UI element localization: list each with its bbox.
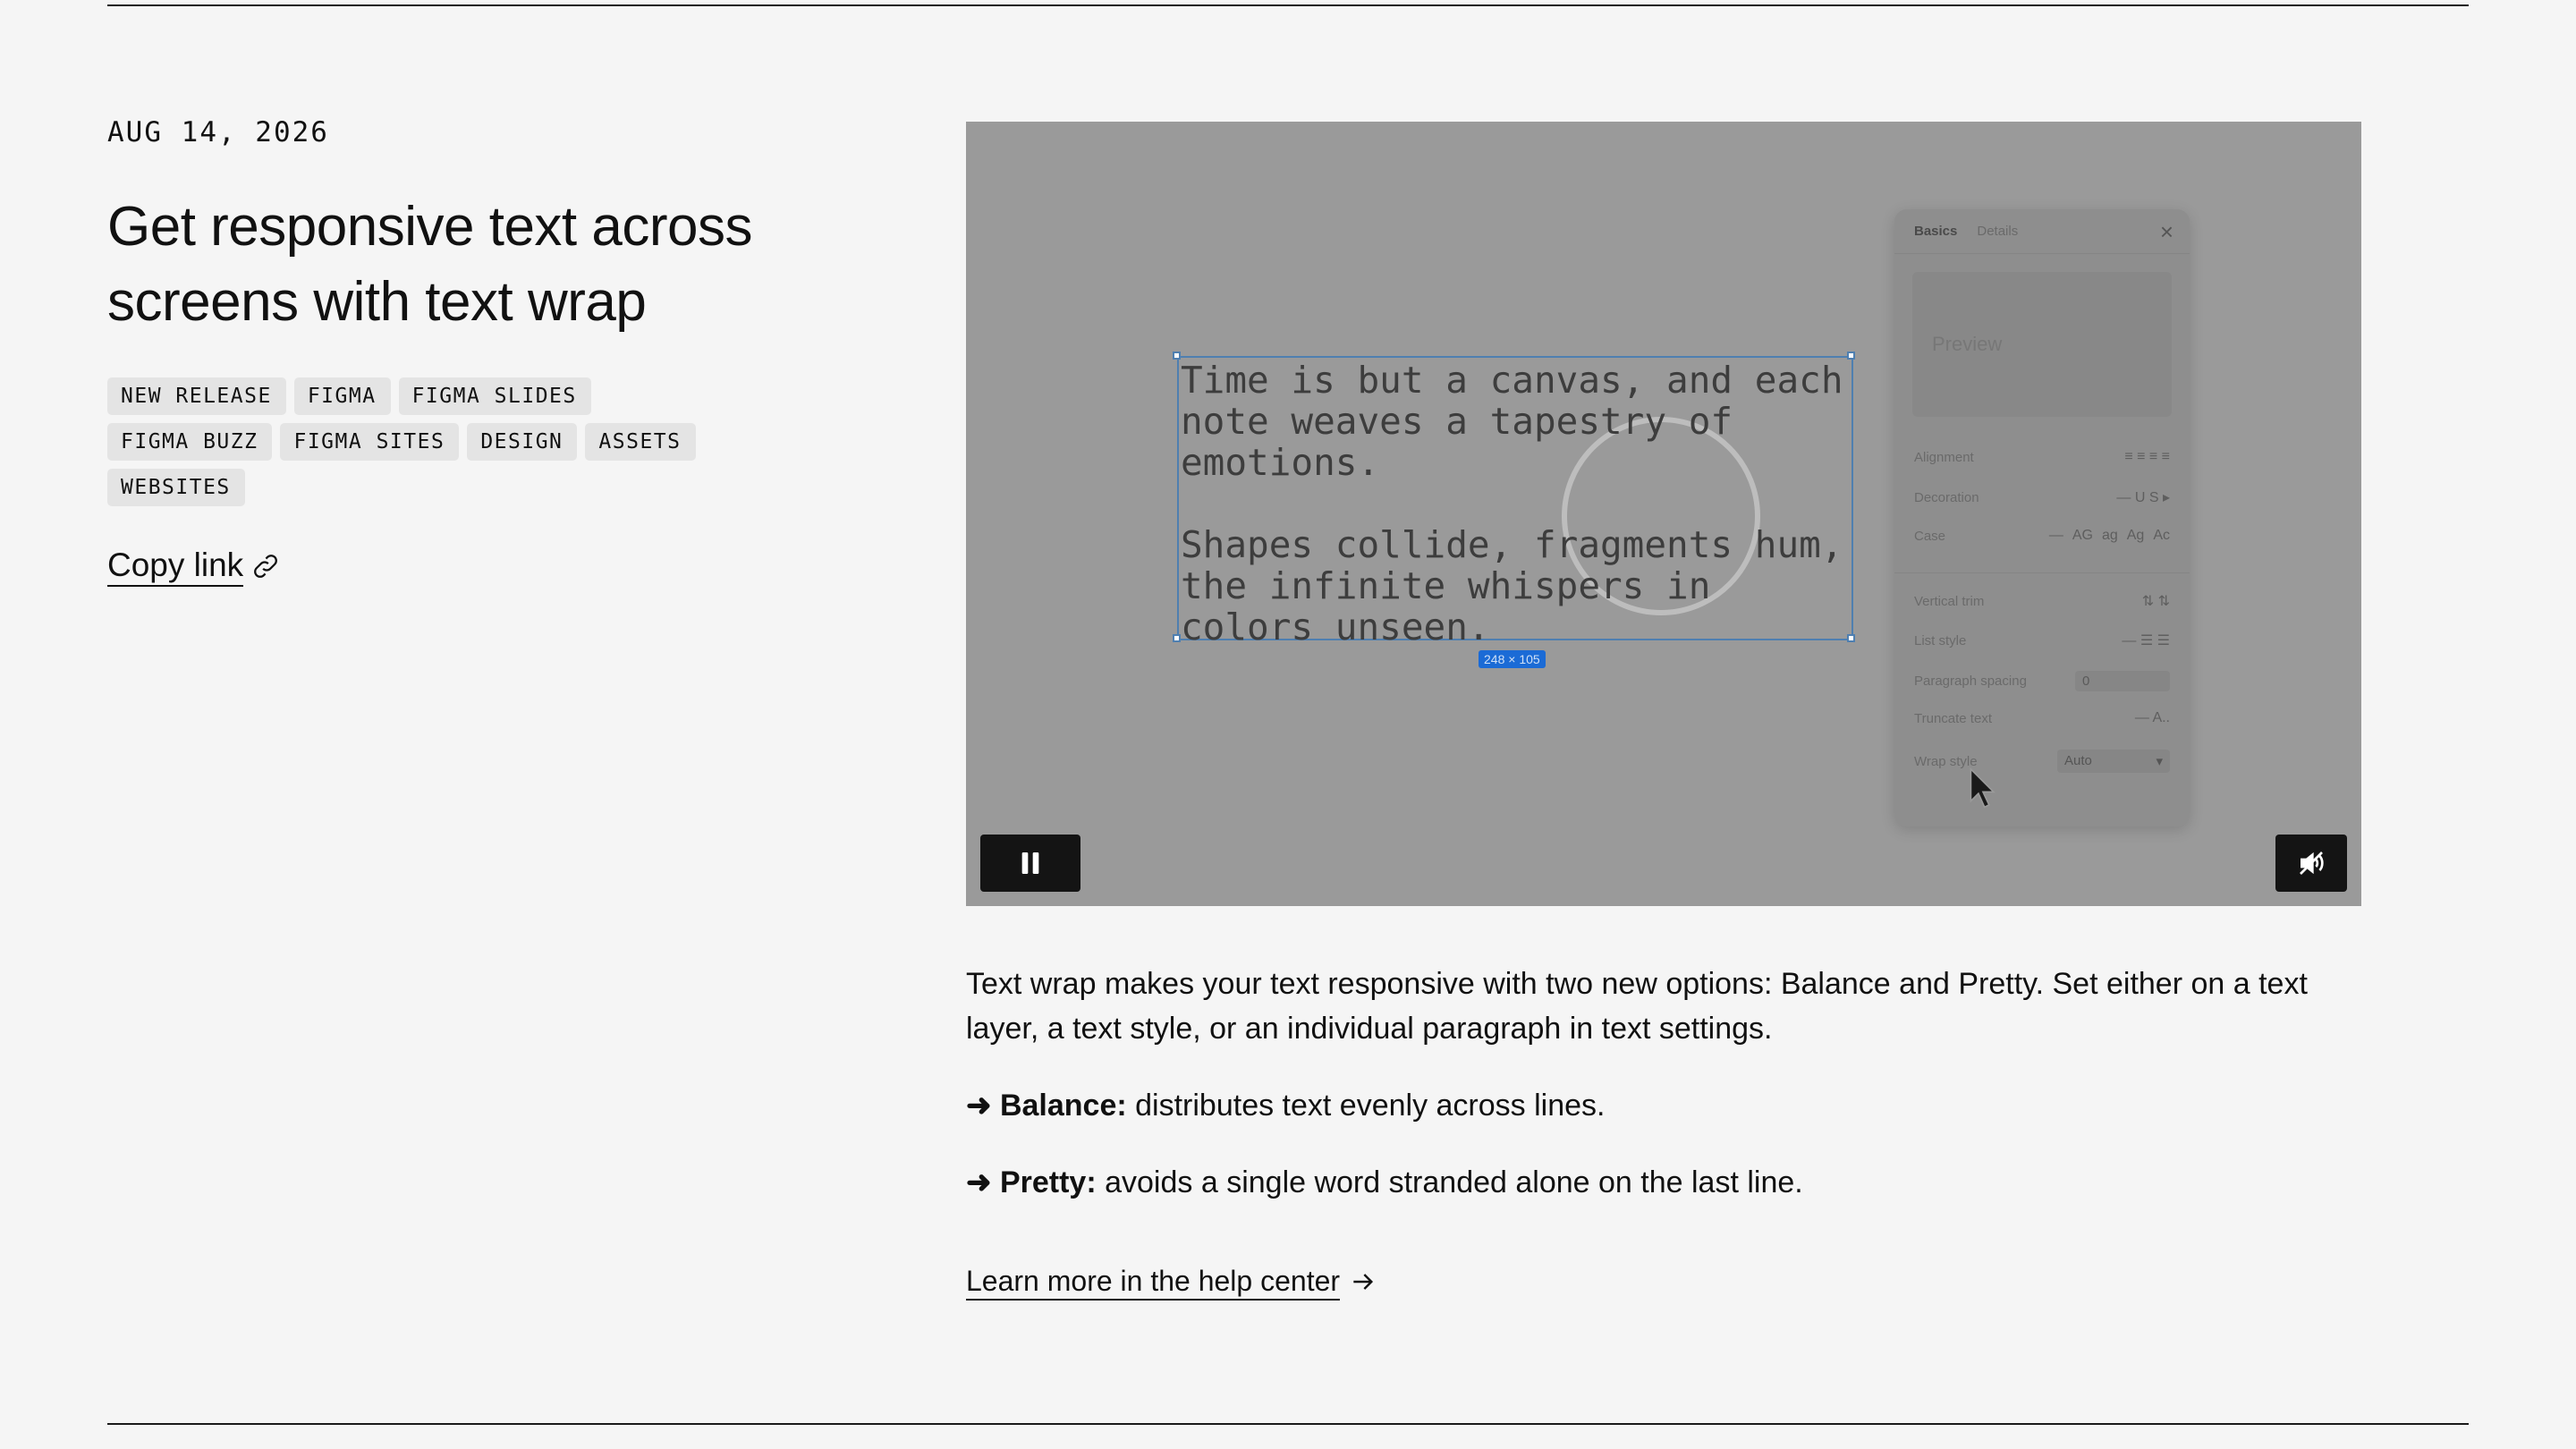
list-icons: — ☰ ☰	[2122, 633, 2170, 648]
post-date: AUG 14, 2026	[107, 116, 329, 148]
close-icon: ×	[2159, 218, 2174, 245]
mouse-cursor-icon	[1970, 767, 1996, 809]
learn-more-label: Learn more in the help center	[966, 1263, 1341, 1301]
size-badge: 248 × 105	[1479, 650, 1546, 668]
align-icons: ≡ ≡ ≡ ≡	[2124, 449, 2170, 464]
copy-link-button[interactable]: Copy link	[107, 546, 787, 587]
balance-text: distributes text evenly across lines.	[1135, 1089, 1606, 1123]
mute-button[interactable]	[2275, 835, 2347, 892]
link-icon	[254, 555, 278, 578]
alignment-row: Alignment ≡ ≡ ≡ ≡	[1914, 449, 2170, 465]
alignment-label: Alignment	[1914, 449, 1974, 465]
case-row: Case — AG ag Ag Ac	[1914, 528, 2170, 544]
wrap-style-select: Auto ▾	[2057, 750, 2170, 773]
arrow-icon: ➜	[966, 1089, 992, 1123]
canvas-paragraph: Shapes collide, fragments hum, the infin…	[1181, 523, 1843, 648]
case-option: Ac	[2153, 528, 2170, 543]
truncate-icons: — A..	[2134, 710, 2170, 725]
text-settings-panel: Basics Details × Preview Alignment ≡ ≡ ≡…	[1894, 209, 2190, 826]
tag-list: NEW RELEASE FIGMA FIGMA SLIDES FIGMA BUZ…	[107, 377, 733, 506]
bottom-divider	[107, 1423, 2469, 1425]
list-style-row: List style — ☰ ☰	[1914, 631, 2170, 649]
chevron-down-icon: ▾	[2156, 754, 2163, 769]
truncate-label: Truncate text	[1914, 710, 1992, 726]
tag[interactable]: DESIGN	[467, 423, 578, 461]
vertical-trim-label: Vertical trim	[1914, 593, 1985, 609]
pause-icon	[1021, 852, 1039, 874]
tag[interactable]: NEW RELEASE	[107, 377, 286, 415]
tag[interactable]: FIGMA	[293, 377, 391, 415]
resize-handle	[1173, 634, 1181, 642]
case-options: — AG ag Ag Ac	[2048, 528, 2170, 543]
tab-details: Details	[1977, 224, 2019, 239]
case-option: ag	[2101, 528, 2118, 543]
canvas-paragraph: Time is but a canvas, and each note weav…	[1181, 359, 1843, 484]
wrap-style-value: Auto	[2064, 753, 2092, 768]
case-option: AG	[2072, 528, 2093, 543]
pretty-item: ➜ Pretty: avoids a single word stranded …	[966, 1160, 2334, 1205]
arrow-icon: ➜	[966, 1165, 992, 1199]
resize-handle	[1173, 352, 1181, 360]
arrow-right-icon	[1353, 1274, 1374, 1290]
decoration-icons: — U S ▸	[2116, 490, 2170, 505]
tag[interactable]: FIGMA SITES	[280, 423, 460, 461]
decoration-row: Decoration — U S ▸	[1914, 488, 2170, 506]
copy-link-label: Copy link	[107, 546, 244, 587]
sound-off-icon	[2300, 852, 2324, 875]
pretty-text: avoids a single word stranded alone on t…	[1105, 1165, 1803, 1199]
wrap-style-label: Wrap style	[1914, 753, 1978, 769]
post-meta-column: AUG 14, 2026 Get responsive text across …	[107, 116, 787, 587]
canvas-text-box: Time is but a canvas, and each note weav…	[1177, 356, 1853, 648]
resize-handle	[1847, 634, 1855, 642]
resize-handle	[1847, 352, 1855, 360]
post-body: Text wrap makes your text responsive wit…	[966, 962, 2334, 1237]
tag[interactable]: ASSETS	[585, 423, 696, 461]
tag[interactable]: FIGMA SLIDES	[398, 377, 591, 415]
top-divider	[107, 4, 2469, 6]
video-player[interactable]: Time is but a canvas, and each note weav…	[966, 122, 2361, 906]
post-title: Get responsive text across screens with …	[107, 196, 752, 333]
tag[interactable]: FIGMA BUZZ	[107, 423, 273, 461]
paragraph-spacing-row: Paragraph spacing 0	[1914, 671, 2170, 691]
preview-box: Preview	[1912, 272, 2172, 417]
balance-item: ➜ Balance: distributes text evenly acros…	[966, 1083, 2334, 1128]
vertical-trim-row: Vertical trim ⇅ ⇅	[1914, 592, 2170, 610]
wrap-style-row: Wrap style Auto ▾	[1914, 750, 2170, 773]
balance-label: Balance:	[999, 1089, 1127, 1123]
case-label: Case	[1914, 528, 1946, 544]
intro-paragraph: Text wrap makes your text responsive wit…	[966, 967, 2308, 1046]
pretty-label: Pretty:	[999, 1165, 1097, 1199]
learn-more-link[interactable]: Learn more in the help center	[966, 1263, 1377, 1301]
truncate-row: Truncate text — A..	[1914, 710, 2170, 726]
tab-basics: Basics	[1914, 224, 1958, 239]
pause-button[interactable]	[980, 835, 1080, 892]
list-style-label: List style	[1914, 632, 1967, 648]
trim-icons: ⇅ ⇅	[2141, 594, 2170, 609]
case-option: Ag	[2126, 528, 2145, 543]
paragraph-spacing-label: Paragraph spacing	[1914, 674, 2027, 689]
panel-divider	[1894, 572, 2190, 573]
panel-tabs: Basics Details	[1894, 209, 2190, 254]
paragraph-spacing-field: 0	[2075, 671, 2170, 691]
tag[interactable]: WEBSITES	[107, 469, 245, 506]
decoration-label: Decoration	[1914, 489, 1979, 505]
